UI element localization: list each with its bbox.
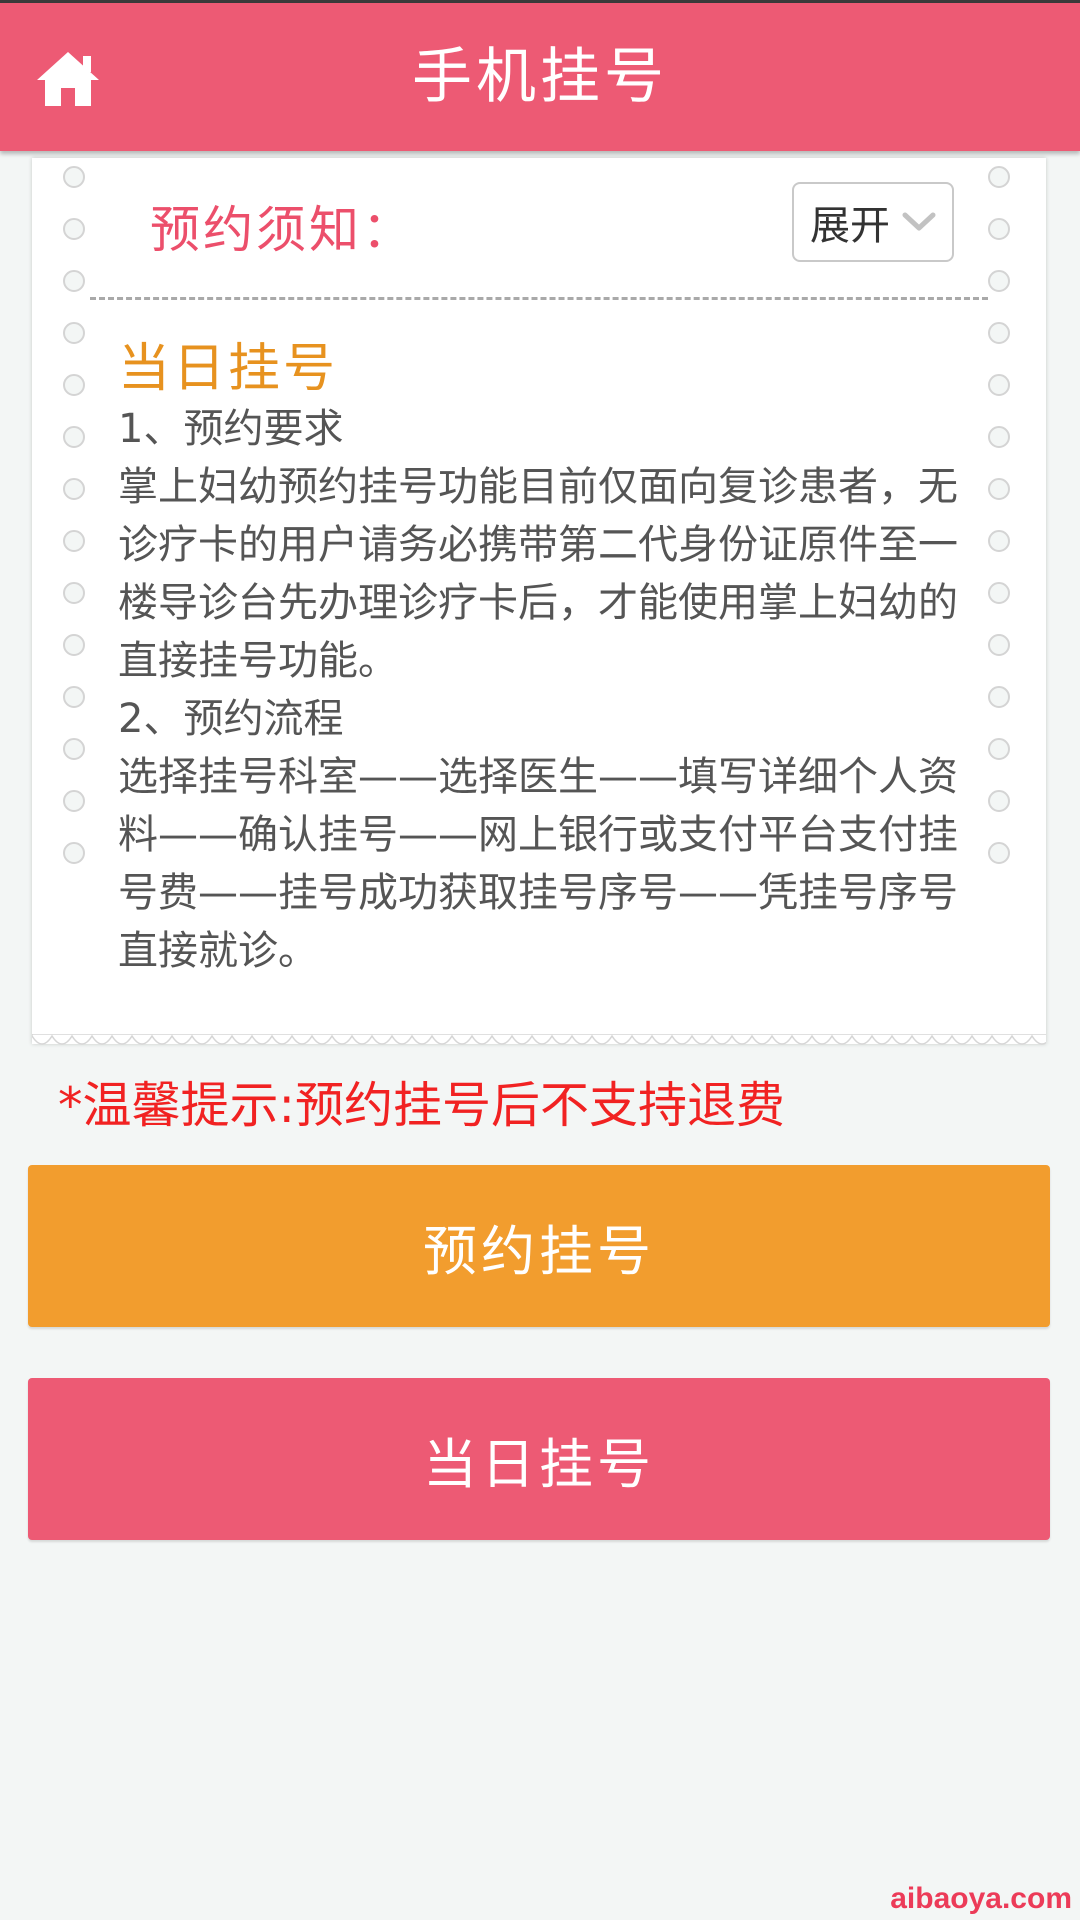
section-title: 当日挂号 [118,339,339,399]
perforation-hole [988,478,1010,500]
perforation-hole [63,270,85,292]
home-button[interactable] [30,41,106,117]
notice-paragraph-process: 选择挂号科室——选择医生——填写详细个人资料——确认挂号——网上银行或支付平台支… [118,754,958,974]
dashed-divider [90,297,988,300]
expand-toggle[interactable]: 展开 [792,182,954,262]
notice-title: 预约须知： [150,201,415,259]
watermark: aibaoya.com [890,1882,1072,1915]
perforation-hole [988,790,1010,812]
chevron-down-icon [902,211,936,233]
perforation-hole [988,582,1010,604]
notice-paragraph-requirements: 掌上妇幼预约挂号功能目前仅面向复诊患者，无诊疗卡的用户请务必携带第二代身份证原件… [118,464,958,684]
perforation-hole [63,374,85,396]
perforation-hole [988,166,1010,188]
perforation-hole [63,842,85,864]
page-title: 手机挂号 [412,42,668,112]
perforation-hole [63,738,85,760]
perforation-hole [63,530,85,552]
perforation-hole [63,322,85,344]
perforation-hole [988,270,1010,292]
refund-warning: *温馨提示:预约挂号后不支持退费 [58,1077,786,1134]
perforation-hole [63,218,85,240]
expand-toggle-label: 展开 [810,203,890,249]
card-scalloped-edge [32,1034,1046,1054]
perforation-hole [63,426,85,448]
notice-heading-requirements: 1、预约要求 [118,406,344,452]
perforation-hole [988,686,1010,708]
perforation-hole [988,374,1010,396]
app-header: 手机挂号 [0,3,1080,151]
perforation-hole [988,842,1010,864]
perforation-hole [63,634,85,656]
perforation-hole [988,322,1010,344]
perforation-hole [988,738,1010,760]
perforation-hole [63,478,85,500]
perforation-hole [63,790,85,812]
perforation-hole [988,218,1010,240]
appointment-button[interactable]: 预约挂号 [28,1165,1050,1327]
perforation-hole [988,634,1010,656]
perforation-hole [988,426,1010,448]
perforation-hole [63,686,85,708]
home-icon [37,52,99,106]
notice-body: 1、预约要求 掌上妇幼预约挂号功能目前仅面向复诊患者，无诊疗卡的用户请务必携带第… [118,400,968,980]
perforation-hole [63,166,85,188]
same-day-button[interactable]: 当日挂号 [28,1378,1050,1540]
notice-heading-process: 2、预约流程 [118,696,344,742]
perforation-hole [988,530,1010,552]
perforation-hole [63,582,85,604]
